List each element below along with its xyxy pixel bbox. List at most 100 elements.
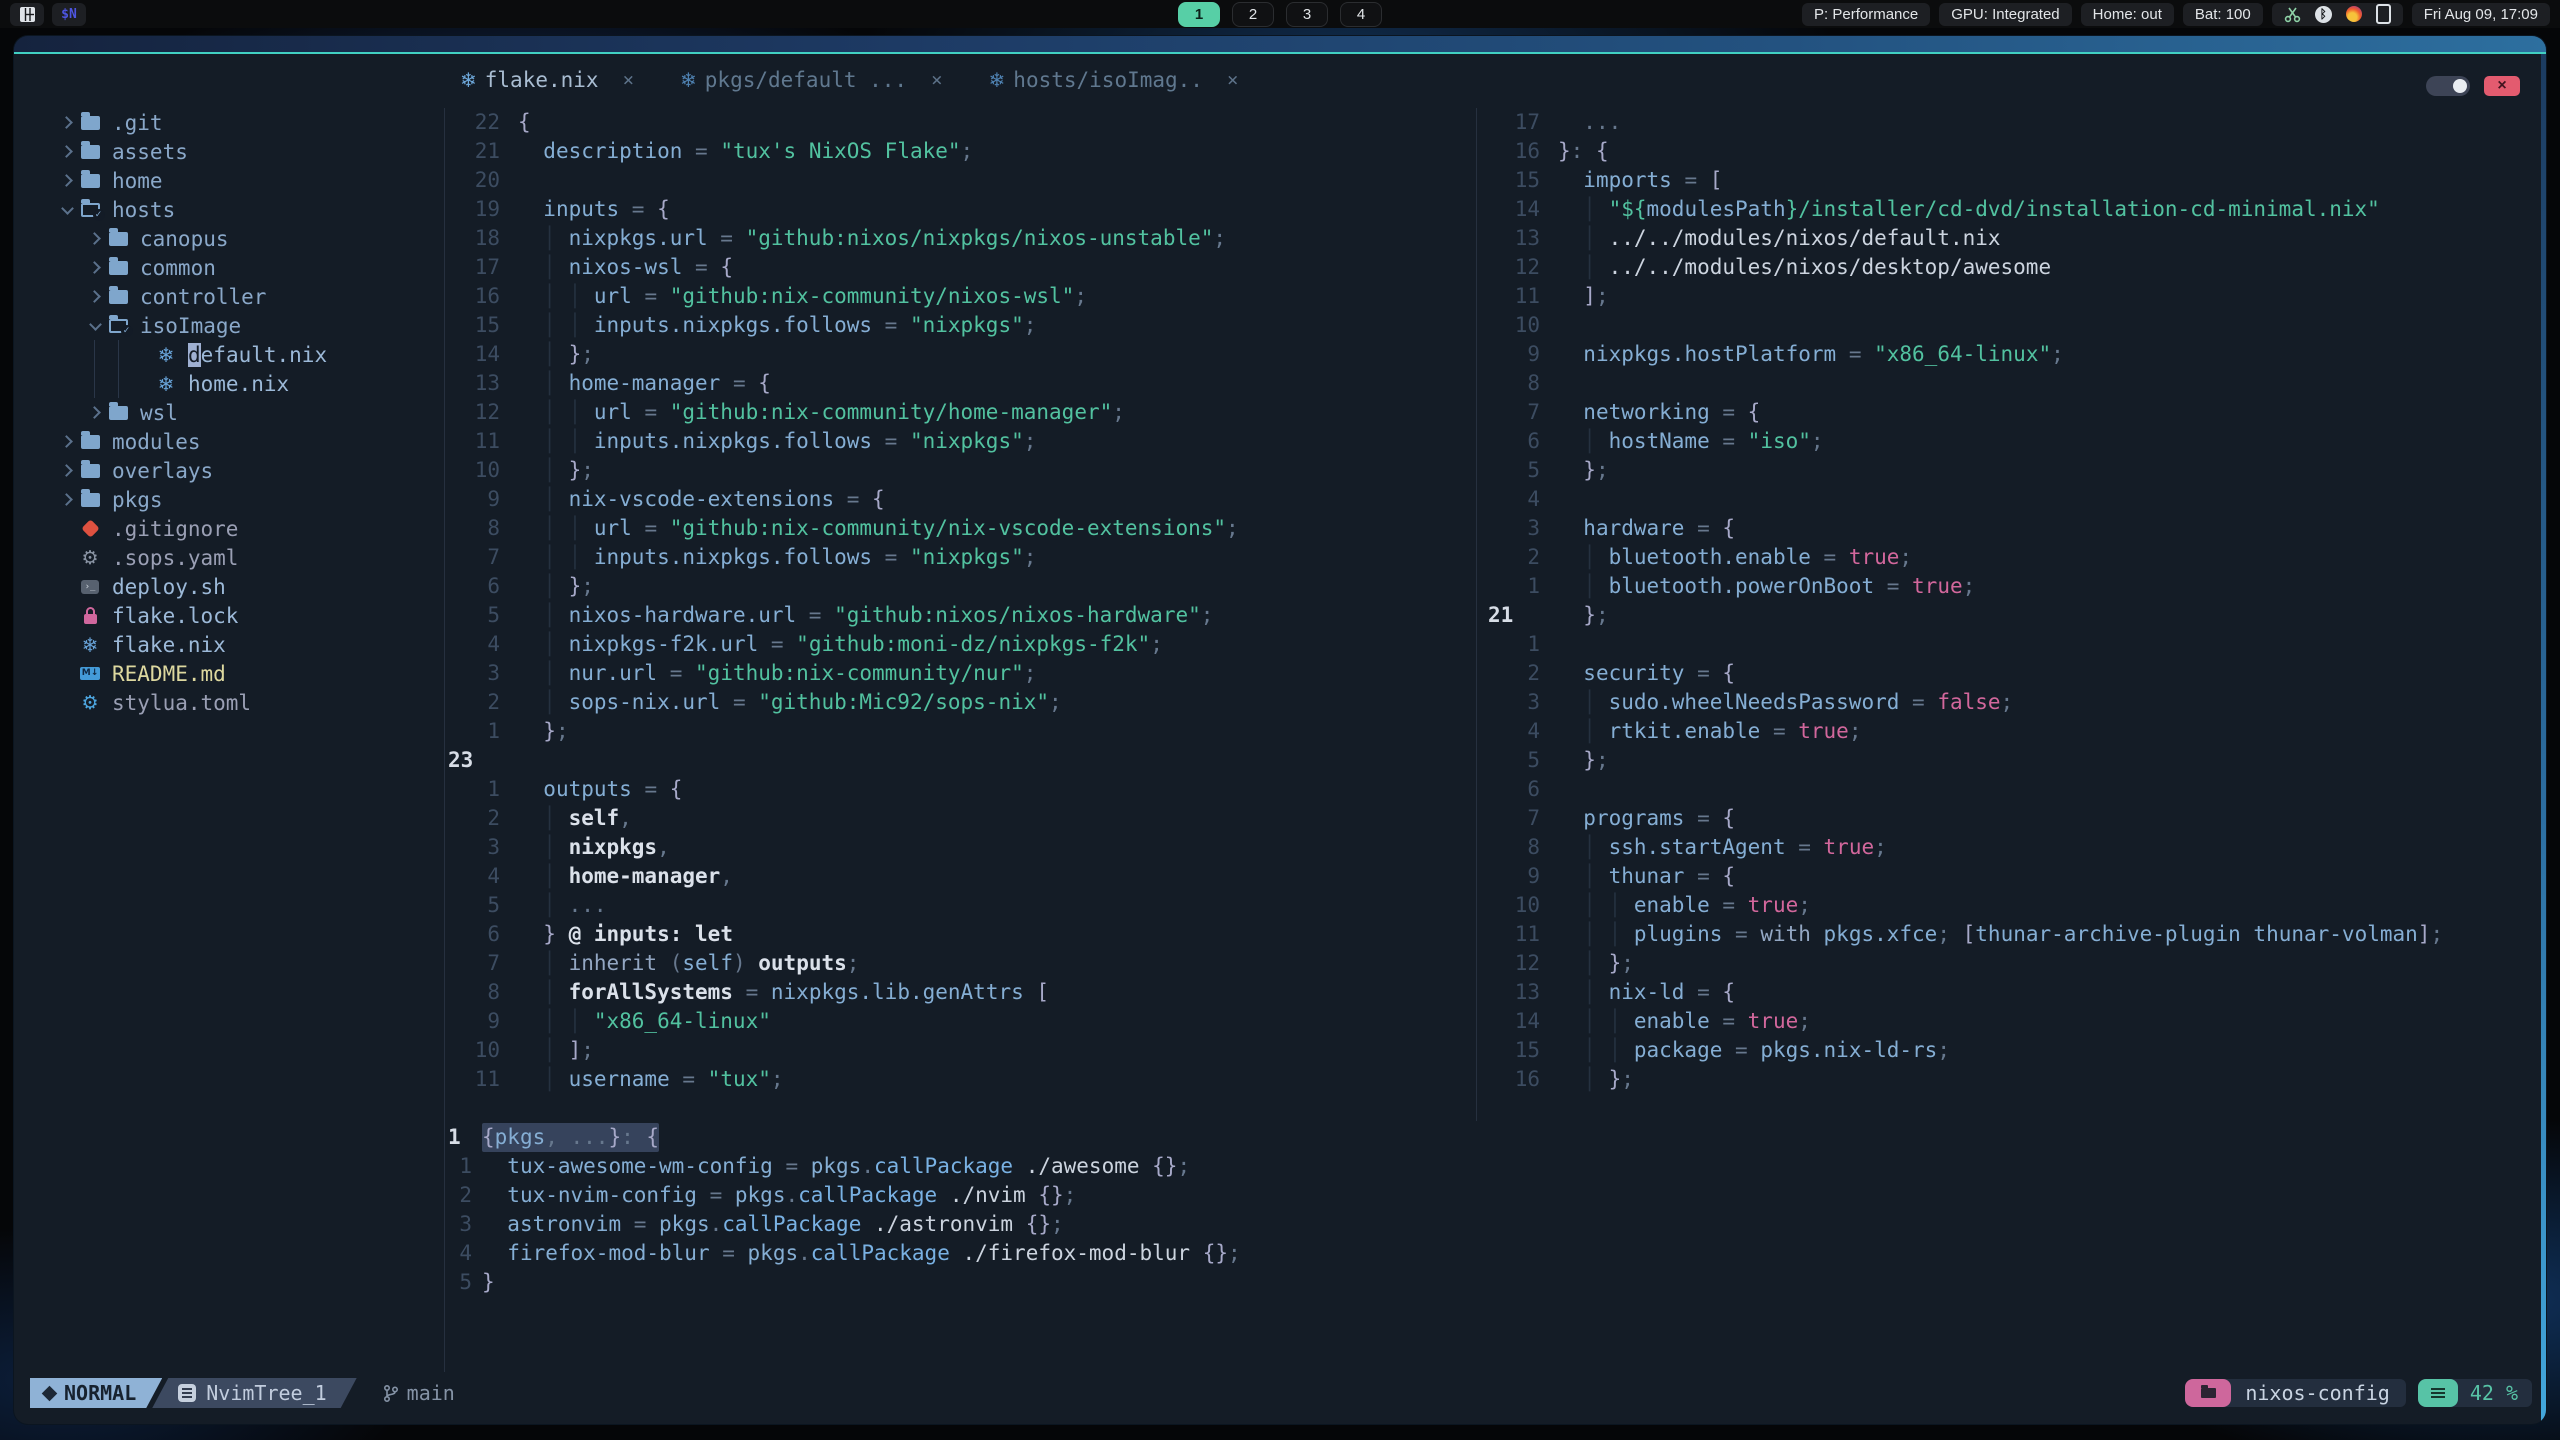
code-line[interactable]: 2 tux-nvim-config = pkgs.callPackage ./n… (448, 1181, 2528, 1210)
tree-item-deploy-sh[interactable]: ›_ deploy.sh (30, 572, 442, 601)
tray-icons[interactable]: ᛒ (2271, 2, 2403, 26)
tree-item-home-nix[interactable]: ❄ home.nix (30, 369, 442, 398)
code-line[interactable]: 19 inputs = { (448, 195, 1468, 224)
code-line[interactable]: 17 │ nixos-wsl = { (448, 253, 1468, 282)
tree-item-canopus[interactable]: canopus (30, 224, 442, 253)
code-line[interactable]: 7 │ │ inputs.nixpkgs.follows = "nixpkgs"… (448, 543, 1468, 572)
code-line[interactable]: 1 outputs = { (448, 775, 1468, 804)
code-line[interactable]: 2 │ self, (448, 804, 1468, 833)
code-line[interactable]: 4 │ nixpkgs-f2k.url = "github:moni-dz/ni… (448, 630, 1468, 659)
code-line[interactable]: 1 (1488, 630, 2532, 659)
tree-item-hosts[interactable]: hosts (30, 195, 442, 224)
workspace-2[interactable]: 2 (1232, 2, 1274, 27)
split-separator[interactable] (1476, 108, 1477, 1121)
code-line[interactable]: 5 │ nixos-hardware.url = "github:nixos/n… (448, 601, 1468, 630)
code-line[interactable]: 6 } @ inputs: let (448, 920, 1468, 949)
code-line[interactable]: 15 imports = [ (1488, 166, 2532, 195)
tree-item-gitignore[interactable]: .gitignore (30, 514, 442, 543)
code-line[interactable]: 14 │ }; (448, 340, 1468, 369)
tree-item-overlays[interactable]: overlays (30, 456, 442, 485)
code-line[interactable]: 12 │ │ url = "github:nix-community/home-… (448, 398, 1468, 427)
tree-item-git[interactable]: .git (30, 108, 442, 137)
code-line[interactable]: 21 description = "tux's NixOS Flake"; (448, 137, 1468, 166)
shell-launcher-button[interactable]: $N (52, 2, 86, 26)
tree-item-controller[interactable]: controller (30, 282, 442, 311)
code-line[interactable]: 20 (448, 166, 1468, 195)
tree-editor-separator[interactable] (444, 108, 445, 1372)
code-line[interactable]: 8 │ │ url = "github:nix-community/nix-vs… (448, 514, 1468, 543)
tab-hosts-isoimag[interactable]: ❄ hosts/isoImag.. × (989, 68, 1239, 92)
code-line[interactable]: 8 │ ssh.startAgent = true; (1488, 833, 2532, 862)
code-line[interactable]: 11 │ username = "tux"; (448, 1065, 1468, 1094)
code-line[interactable]: 16 │ }; (1488, 1065, 2532, 1094)
tree-item-assets[interactable]: assets (30, 137, 442, 166)
tree-item-common[interactable]: common (30, 253, 442, 282)
tree-item-flake-lock[interactable]: flake.lock (30, 601, 442, 630)
code-line[interactable]: 6 │ hostName = "iso"; (1488, 427, 2532, 456)
tree-item-home[interactable]: home (30, 166, 442, 195)
code-line[interactable]: 22 { (448, 108, 1468, 137)
code-line[interactable]: 6 (1488, 775, 2532, 804)
window-close-button[interactable]: × (2484, 76, 2520, 96)
tree-item-flake-nix[interactable]: ❄ flake.nix (30, 630, 442, 659)
code-line[interactable]: 9 │ thunar = { (1488, 862, 2532, 891)
tree-item-isoimage[interactable]: isoImage (30, 311, 442, 340)
code-line[interactable]: 4 │ home-manager, (448, 862, 1468, 891)
code-line[interactable]: 3 │ nur.url = "github:nix-community/nur"… (448, 659, 1468, 688)
code-line[interactable]: 10 (1488, 311, 2532, 340)
code-line[interactable]: 18 │ nixpkgs.url = "github:nixos/nixpkgs… (448, 224, 1468, 253)
tab-close-icon[interactable]: × (1227, 69, 1238, 91)
code-line[interactable]: 10 │ ]; (448, 1036, 1468, 1065)
status-chip-home[interactable]: Home: out (2080, 2, 2174, 26)
tree-item-readme-md[interactable]: M↓ README.md (30, 659, 442, 688)
code-line[interactable]: 4 firefox-mod-blur = pkgs.callPackage ./… (448, 1239, 2528, 1268)
code-line[interactable]: 1 tux-awesome-wm-config = pkgs.callPacka… (448, 1152, 2528, 1181)
code-line[interactable]: 11 │ │ inputs.nixpkgs.follows = "nixpkgs… (448, 427, 1468, 456)
tab-close-icon[interactable]: × (931, 69, 942, 91)
code-line[interactable]: 4 (1488, 485, 2532, 514)
code-line[interactable]: 5 }; (1488, 456, 2532, 485)
code-line[interactable]: 3 │ nixpkgs, (448, 833, 1468, 862)
tree-item-modules[interactable]: modules (30, 427, 442, 456)
tab-pkgs-default[interactable]: ❄ pkgs/default ... × (680, 68, 943, 92)
code-line[interactable]: 16}: { (1488, 137, 2532, 166)
code-line[interactable]: 12 │ ../../modules/nixos/desktop/awesome (1488, 253, 2532, 282)
code-line[interactable]: 13 │ nix-ld = { (1488, 978, 2532, 1007)
code-line[interactable]: 16 │ │ url = "github:nix-community/nixos… (448, 282, 1468, 311)
code-line[interactable]: 11 │ │ plugins = with pkgs.xfce; [thunar… (1488, 920, 2532, 949)
code-line[interactable]: 12 │ }; (1488, 949, 2532, 978)
code-line[interactable]: 9 │ nix-vscode-extensions = { (448, 485, 1468, 514)
tree-item-stylua-toml[interactable]: ⚙ stylua.toml (30, 688, 442, 717)
code-line[interactable]: 13 │ ../../modules/nixos/default.nix (1488, 224, 2532, 253)
tree-item-default-nix[interactable]: ❄ default.nix (30, 340, 442, 369)
code-line[interactable]: 17 ... (1488, 108, 2532, 137)
status-chip-bat[interactable]: Bat: 100 (2182, 2, 2263, 26)
code-line[interactable]: 8 (1488, 369, 2532, 398)
code-line[interactable]: 6 │ }; (448, 572, 1468, 601)
code-line[interactable]: 9 │ │ "x86_64-linux" (448, 1007, 1468, 1036)
code-line[interactable]: 2 │ sops-nix.url = "github:Mic92/sops-ni… (448, 688, 1468, 717)
code-line[interactable]: 15 │ │ inputs.nixpkgs.follows = "nixpkgs… (448, 311, 1468, 340)
code-line[interactable]: 15 │ │ package = pkgs.nix-ld-rs; (1488, 1036, 2532, 1065)
code-line[interactable]: 3 hardware = { (1488, 514, 2532, 543)
code-line[interactable]: 10 │ │ enable = true; (1488, 891, 2532, 920)
code-line[interactable]: 23 (448, 746, 1468, 775)
code-line[interactable]: 2 security = { (1488, 659, 2532, 688)
apps-menu-button[interactable] (10, 2, 44, 26)
tab-flake-nix[interactable]: ❄ flake.nix × (460, 68, 634, 92)
status-chip-p[interactable]: P: Performance (1802, 2, 1931, 26)
code-line[interactable]: 9 nixpkgs.hostPlatform = "x86_64-linux"; (1488, 340, 2532, 369)
status-chip-gpu[interactable]: GPU: Integrated (1939, 2, 2072, 26)
code-line[interactable]: 7 networking = { (1488, 398, 2532, 427)
code-line[interactable]: 13 │ home-manager = { (448, 369, 1468, 398)
code-line[interactable]: 7 │ inherit (self) outputs; (448, 949, 1468, 978)
window-toggle-button[interactable] (2426, 76, 2470, 96)
code-line[interactable]: 10 │ }; (448, 456, 1468, 485)
code-line[interactable]: 8 │ forAllSystems = nixpkgs.lib.genAttrs… (448, 978, 1468, 1007)
code-line[interactable]: 21 }; (1488, 601, 2532, 630)
code-line[interactable]: 1 }; (448, 717, 1468, 746)
tree-item-wsl[interactable]: wsl (30, 398, 442, 427)
code-line[interactable]: 5 }; (1488, 746, 2532, 775)
code-line[interactable]: 5} (448, 1268, 2528, 1297)
clock[interactable]: Fri Aug 09, 17:09 (2411, 2, 2550, 26)
